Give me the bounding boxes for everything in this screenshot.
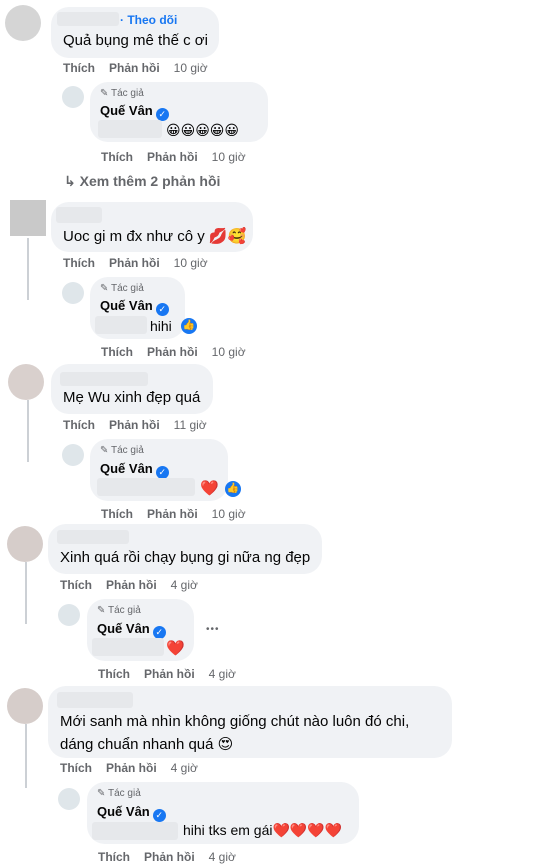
reply-button[interactable]: Phản hồi (147, 150, 198, 164)
commenter-avatar[interactable] (7, 688, 43, 724)
reply-button[interactable]: Phản hồi (106, 761, 157, 775)
tagged-name-blurred[interactable] (92, 822, 178, 840)
commenter-avatar[interactable] (8, 364, 44, 400)
commenter-name-blurred[interactable] (57, 692, 133, 708)
timestamp[interactable]: 10 giờ (212, 150, 246, 164)
author-name[interactable]: Quế Vân ✓ (100, 461, 169, 479)
reply-button[interactable]: Phản hồi (144, 850, 195, 864)
commenter-avatar[interactable] (5, 5, 41, 41)
reply-text: hihi (150, 318, 172, 334)
comment-text: Mẹ Wu xinh đẹp quá (63, 389, 201, 406)
reply-button[interactable]: Phản hồi (109, 61, 160, 75)
like-button[interactable]: Thích (60, 578, 92, 592)
reply-text: 😀😀😀😀😀 (166, 122, 239, 138)
thread-line (27, 400, 29, 462)
author-name[interactable]: Quế Vân ✓ (100, 298, 169, 316)
reply-button[interactable]: Phản hồi (144, 667, 195, 681)
timestamp[interactable]: 11 giờ (174, 418, 207, 432)
reply-actions: Thích Phản hồi 4 giờ (98, 850, 250, 864)
like-button[interactable]: Thích (63, 418, 95, 432)
comment-actions: Thích Phản hồi 10 giờ (63, 256, 222, 270)
more-options-icon[interactable]: ••• (206, 624, 220, 635)
commenter-name-blurred[interactable] (56, 207, 102, 223)
comment-actions: Thích Phản hồi 10 giờ (63, 61, 222, 75)
tagged-name-blurred[interactable] (98, 120, 162, 138)
commenter-avatar[interactable] (10, 200, 46, 236)
author-avatar[interactable] (58, 604, 80, 626)
commenter-name-blurred[interactable] (57, 530, 129, 544)
like-button[interactable]: Thích (98, 850, 130, 864)
reply-actions: Thích Phản hồi 10 giờ (101, 345, 260, 359)
timestamp[interactable]: 10 giờ (174, 61, 208, 75)
reply-button[interactable]: Phản hồi (109, 256, 160, 270)
view-more-replies[interactable]: ↳ Xem thêm 2 phản hồi (64, 173, 220, 190)
author-name[interactable]: Quế Vân ✓ (100, 103, 169, 121)
comment-text: Uoc gi m đx như cô y 💋🥰 (63, 228, 247, 245)
comment-actions: Thích Phản hồi 4 giờ (60, 578, 212, 592)
author-badge: ✎ Tác giả (97, 788, 141, 799)
timestamp[interactable]: 10 giờ (212, 507, 246, 521)
verified-icon: ✓ (155, 303, 169, 316)
reply-text: ❤️ (166, 640, 185, 657)
reply-arrow-icon: ↳ (64, 173, 76, 189)
author-avatar[interactable] (58, 788, 80, 810)
timestamp[interactable]: 4 giờ (171, 761, 198, 775)
like-reaction-icon[interactable]: 👍 (181, 318, 197, 334)
comment-text: Quả bụng mê thế c ơi (63, 32, 208, 49)
like-button[interactable]: Thích (101, 507, 133, 521)
like-reaction-icon[interactable]: 👍 (225, 481, 241, 497)
reply-text: hihi tks em gái❤️❤️❤️❤️ (183, 822, 343, 838)
reply-actions: Thích Phản hồi 4 giờ (98, 667, 250, 681)
commenter-avatar[interactable] (7, 526, 43, 562)
like-button[interactable]: Thích (101, 150, 133, 164)
thread-line (27, 238, 29, 300)
comment-text-line1: Mới sanh mà nhìn không giống chút nào lu… (60, 713, 410, 730)
thread-line (25, 562, 27, 624)
author-name[interactable]: Quế Vân ✓ (97, 804, 166, 822)
timestamp[interactable]: 4 giờ (209, 850, 236, 864)
timestamp[interactable]: 4 giờ (209, 667, 236, 681)
author-avatar[interactable] (62, 444, 84, 466)
thread-line (25, 724, 27, 788)
timestamp[interactable]: 10 giờ (174, 256, 208, 270)
verified-icon: ✓ (152, 809, 166, 822)
like-button[interactable]: Thích (63, 61, 95, 75)
comment-text: Xinh quá rồi chạy bụng gi nữa ng đẹp (60, 549, 311, 566)
reply-button[interactable]: Phản hồi (147, 507, 198, 521)
author-badge: ✎ Tác giả (97, 605, 141, 616)
timestamp[interactable]: 4 giờ (171, 578, 198, 592)
timestamp[interactable]: 10 giờ (212, 345, 246, 359)
author-name[interactable]: Quế Vân ✓ (97, 621, 166, 639)
like-button[interactable]: Thích (63, 256, 95, 270)
reply-text: ❤️ (200, 480, 219, 497)
like-button[interactable]: Thích (60, 761, 92, 775)
reply-actions: Thích Phản hồi 10 giờ (101, 150, 260, 164)
follow-link[interactable]: · Theo dõi (120, 13, 177, 27)
like-button[interactable]: Thích (98, 667, 130, 681)
author-badge: ✎ Tác giả (100, 283, 144, 294)
author-avatar[interactable] (62, 86, 84, 108)
reply-button[interactable]: Phản hồi (147, 345, 198, 359)
comment-actions: Thích Phản hồi 11 giờ (63, 418, 221, 432)
author-badge: ✎ Tác giả (100, 88, 144, 99)
commenter-name-blurred[interactable] (57, 12, 119, 26)
comment-text-line2: dáng chuẩn nhanh quá 😍 (60, 736, 234, 753)
reply-button[interactable]: Phản hồi (109, 418, 160, 432)
tagged-name-blurred[interactable] (95, 316, 147, 334)
reply-actions: Thích Phản hồi 10 giờ (101, 507, 260, 521)
tagged-name-blurred[interactable] (92, 638, 164, 656)
reply-button[interactable]: Phản hồi (106, 578, 157, 592)
author-badge: ✎ Tác giả (100, 445, 144, 456)
commenter-name-blurred[interactable] (60, 372, 148, 386)
comment-actions: Thích Phản hồi 4 giờ (60, 761, 212, 775)
like-button[interactable]: Thích (101, 345, 133, 359)
tagged-name-blurred[interactable] (97, 478, 195, 496)
author-avatar[interactable] (62, 282, 84, 304)
